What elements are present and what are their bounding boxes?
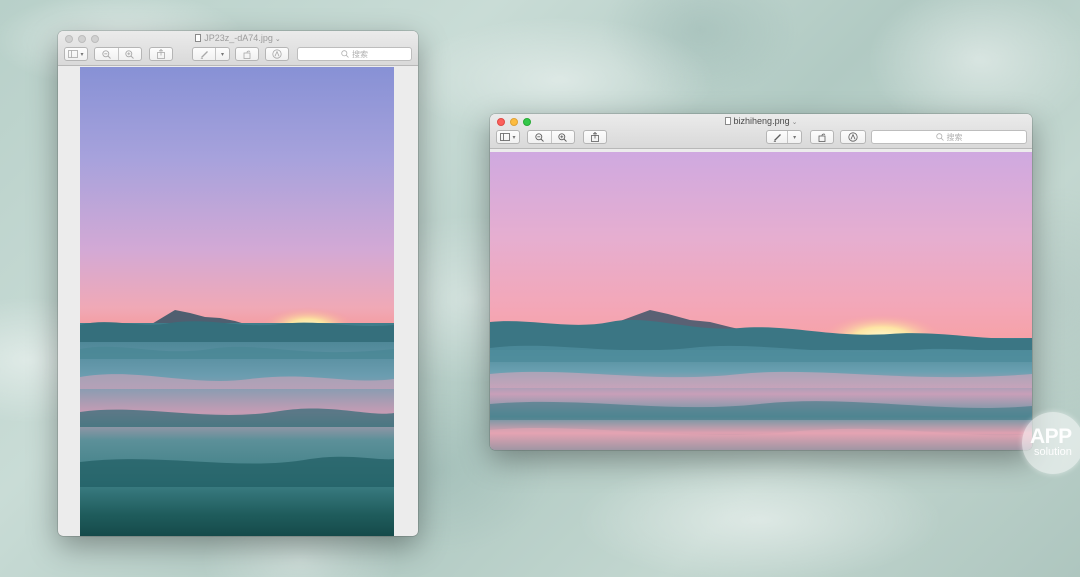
sidebar-icon: [68, 50, 79, 58]
sidebar-button[interactable]: ▾: [496, 130, 520, 144]
markup-controls: ▾: [192, 47, 230, 61]
markup-button[interactable]: [767, 131, 787, 143]
search-field[interactable]: 搜索: [871, 130, 1027, 144]
window-title[interactable]: JP23z_-dA74.jpg ⌄: [58, 33, 418, 43]
sunset-photo-landscape: [490, 152, 1032, 450]
chevron-down-icon: ▾: [221, 51, 225, 58]
markup-button[interactable]: [193, 48, 215, 60]
search-placeholder: 搜索: [352, 49, 368, 59]
document-icon: [724, 117, 731, 125]
rotate-button[interactable]: [235, 47, 259, 61]
search-icon: [341, 50, 349, 58]
markup-menu-button[interactable]: ▾: [787, 131, 801, 143]
share-icon: [591, 132, 599, 142]
share-button[interactable]: [149, 47, 173, 61]
annotate-icon: [848, 132, 858, 142]
markup-controls: ▾: [766, 130, 802, 144]
zoom-out-icon: [535, 132, 544, 142]
rotate-icon: [243, 50, 250, 59]
zoom-out-button[interactable]: [528, 131, 551, 143]
window-title[interactable]: bizhiheng.png ⌄: [490, 116, 1032, 126]
window-title-text: JP23z_-dA74.jpg: [204, 33, 273, 43]
zoom-in-icon: [558, 132, 568, 142]
preview-window-right[interactable]: bizhiheng.png ⌄ ▾ ▾ 搜索: [490, 114, 1032, 450]
sidebar-icon: [500, 133, 511, 141]
chevron-down-icon: ⌄: [274, 36, 281, 43]
toolbar: ▾ ▾ 搜索: [58, 45, 418, 65]
preview-window-left[interactable]: JP23z_-dA74.jpg ⌄ ▾ ▾ 搜索: [58, 31, 418, 536]
markup-pen-icon: [200, 50, 208, 59]
markup-menu-button[interactable]: ▾: [215, 48, 229, 60]
search-icon: [935, 133, 944, 141]
zoom-controls: [527, 130, 575, 144]
image-view[interactable]: [80, 67, 394, 536]
sidebar-button[interactable]: ▾: [64, 47, 88, 61]
annotate-button[interactable]: [840, 130, 866, 144]
search-field[interactable]: 搜索: [297, 47, 412, 61]
chevron-down-icon: ▾: [793, 134, 797, 141]
app-solution-watermark: APP solution: [1022, 412, 1080, 474]
share-icon: [157, 49, 165, 59]
search-placeholder: 搜索: [946, 132, 963, 142]
title-bar[interactable]: JP23z_-dA74.jpg ⌄ ▾ ▾ 搜索: [58, 31, 418, 66]
sunset-photo-portrait: [80, 67, 394, 536]
watermark-line2: solution: [1034, 446, 1072, 458]
zoom-out-button[interactable]: [95, 48, 118, 60]
chevron-down-icon: ⌄: [791, 119, 798, 126]
title-bar[interactable]: bizhiheng.png ⌄ ▾ ▾ 搜索: [490, 114, 1032, 149]
image-view[interactable]: [490, 152, 1032, 450]
zoom-in-button[interactable]: [117, 48, 142, 60]
zoom-in-icon: [125, 49, 135, 59]
rotate-button[interactable]: [810, 130, 834, 144]
share-button[interactable]: [583, 130, 607, 144]
window-title-text: bizhiheng.png: [733, 116, 790, 126]
rotate-icon: [818, 133, 825, 142]
zoom-out-icon: [102, 49, 111, 59]
zoom-controls: [94, 47, 142, 61]
markup-pen-icon: [773, 133, 781, 142]
annotate-button[interactable]: [265, 47, 289, 61]
document-icon: [195, 34, 202, 42]
zoom-in-button[interactable]: [550, 131, 575, 143]
annotate-icon: [272, 49, 282, 59]
toolbar: ▾ ▾ 搜索: [490, 128, 1032, 148]
watermark-line1: APP: [1030, 425, 1072, 448]
